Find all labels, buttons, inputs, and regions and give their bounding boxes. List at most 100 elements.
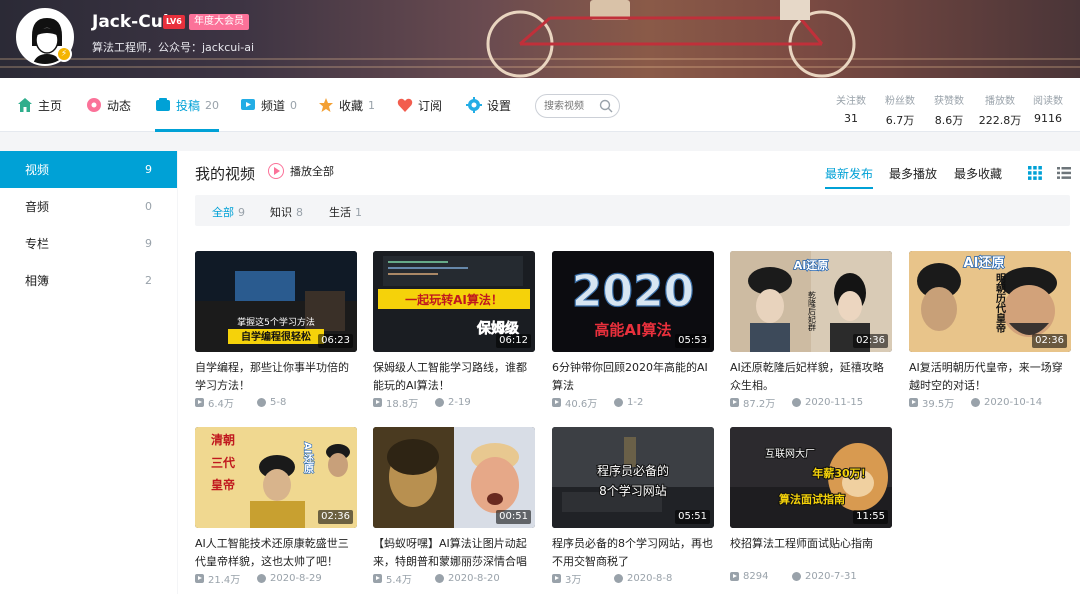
video-card[interactable]: 2020 高能AI算法 05:53 6分钟带你回顾2020年高能的AI算法 40… xyxy=(552,251,714,411)
video-meta: 6.4万 5-8 xyxy=(195,395,357,410)
video-card[interactable]: AI还原 乾隆后妃群 02:36 AI还原乾隆后妃样貌，延禧攻略众生相。 87.… xyxy=(730,251,892,411)
video-thumbnail[interactable]: AI还原 明朝历代皇帝 02:36 xyxy=(909,251,1071,352)
video-thumbnail[interactable]: 2020 高能AI算法 05:53 xyxy=(552,251,714,352)
search-input[interactable] xyxy=(544,99,602,113)
publish-date: 2020-11-15 xyxy=(805,397,864,408)
video-title[interactable]: 6分钟带你回顾2020年高能的AI算法 xyxy=(552,359,714,395)
thumbnail-caption: AI还原 xyxy=(964,255,1005,271)
play-count: 18.8万 xyxy=(386,399,419,410)
sidebar-item-audio[interactable]: 音频 0 xyxy=(0,188,177,225)
user-signature: 算法工程师，公众号：jackcui-ai xyxy=(92,41,255,54)
sidebar-item-count: 9 xyxy=(145,163,152,176)
nav-item-count: 0 xyxy=(290,98,298,112)
video-card[interactable]: 掌握这5个学习方法 自学编程很轻松 06:23 自学编程，那些让你事半功倍的学习… xyxy=(195,251,357,411)
filter-label: 知识 xyxy=(270,206,292,219)
video-title[interactable]: 【蚂蚁呀嘿】AI算法让图片动起来，特朗普和蒙娜丽莎深情合唱 xyxy=(373,535,535,571)
video-title[interactable]: 自学编程，那些让你事半功倍的学习方法！ xyxy=(195,359,357,395)
video-card[interactable]: 00:51 【蚂蚁呀嘿】AI算法让图片动起来，特朗普和蒙娜丽莎深情合唱 5.4万… xyxy=(373,427,535,587)
video-thumbnail[interactable]: AI还原 乾隆后妃群 02:36 xyxy=(730,251,892,352)
sidebar-item-count: 9 xyxy=(145,237,152,250)
filter-knowledge[interactable]: 知识 8 xyxy=(270,204,303,220)
video-thumbnail[interactable]: 掌握这5个学习方法 自学编程很轻松 06:23 xyxy=(195,251,357,352)
video-card[interactable]: 清朝 三代 皇帝 AI还原 02:36 AI人工智能技术还原康乾盛世三代皇帝样貌… xyxy=(195,427,357,587)
video-meta: 8294 2020-7-31 xyxy=(730,571,892,582)
home-icon xyxy=(18,98,32,112)
publish-date: 1-2 xyxy=(627,397,644,408)
video-title[interactable]: AI复活明朝历代皇帝，来一场穿越时空的对话！ xyxy=(909,359,1071,395)
video-title[interactable]: 保姆级人工智能学习路线，谁都能玩的AI算法！ xyxy=(373,359,535,395)
nav-item-label: 动态 xyxy=(107,98,132,113)
grid-view-icon[interactable] xyxy=(1028,166,1042,180)
filter-label: 生活 xyxy=(329,206,351,219)
publish-date: 5-8 xyxy=(270,397,287,408)
video-title[interactable]: 程序员必备的8个学习网站，再也不用交智商税了 xyxy=(552,535,714,571)
play-all-button[interactable]: 播放全部 xyxy=(268,163,334,179)
sort-most-favorited[interactable]: 最多收藏 xyxy=(954,165,1002,187)
sidebar-item-albums[interactable]: 相簿 2 xyxy=(0,262,177,299)
verified-badge-icon: ⚡ xyxy=(56,46,72,62)
sidebar-item-videos[interactable]: 视频 9 xyxy=(0,151,177,188)
search-icon[interactable] xyxy=(599,99,613,113)
stat-label: 关注数 xyxy=(836,96,866,107)
stat-fans[interactable]: 粉丝数 6.7万 xyxy=(875,92,925,128)
video-card[interactable]: 一起玩转AI算法！ 保姆级 06:12 保姆级人工智能学习路线，谁都能玩的AI算… xyxy=(373,251,535,411)
video-thumbnail[interactable]: 程序员必备的 8个学习网站 05:51 xyxy=(552,427,714,528)
play-count-icon xyxy=(195,398,204,407)
stat-following[interactable]: 关注数 31 xyxy=(826,92,876,125)
video-title[interactable]: 校招算法工程师面试贴心指南 xyxy=(730,535,892,571)
list-view-icon[interactable] xyxy=(1057,166,1071,180)
video-title[interactable]: AI人工智能技术还原康乾盛世三代皇帝样貌，这也太帅了吧！ xyxy=(195,535,357,571)
video-thumbnail[interactable]: 00:51 xyxy=(373,427,535,528)
sort-latest[interactable]: 最新发布 xyxy=(825,165,874,189)
nav-item-channel[interactable]: 频道 0 xyxy=(240,78,297,132)
filter-all[interactable]: 全部 9 xyxy=(212,204,245,220)
level-badge: LV6 xyxy=(163,15,185,29)
video-title[interactable]: AI还原乾隆后妃样貌，延禧攻略众生相。 xyxy=(730,359,892,395)
play-count: 5.4万 xyxy=(386,575,412,586)
sidebar-item-count: 2 xyxy=(145,274,152,287)
stat-plays: 播放数 222.8万 xyxy=(975,92,1025,128)
nav-item-count: 20 xyxy=(205,98,220,112)
nav-item-home[interactable]: 主页 xyxy=(17,78,62,132)
play-count-icon xyxy=(730,572,739,581)
video-thumbnail[interactable]: 清朝 三代 皇帝 AI还原 02:36 xyxy=(195,427,357,528)
nav-item-label: 主页 xyxy=(38,98,63,113)
video-meta: 40.6万 1-2 xyxy=(552,395,714,410)
clock-icon xyxy=(435,398,444,407)
nav-item-uploads[interactable]: 投稿 20 xyxy=(155,78,220,132)
upload-icon xyxy=(156,98,170,111)
video-search-box xyxy=(535,94,620,118)
video-card[interactable]: 程序员必备的 8个学习网站 05:51 程序员必备的8个学习网站，再也不用交智商… xyxy=(552,427,714,587)
clock-icon xyxy=(435,574,444,583)
video-thumbnail[interactable]: 一起玩转AI算法！ 保姆级 06:12 xyxy=(373,251,535,352)
username[interactable]: Jack-Cui xyxy=(92,12,169,32)
clock-icon xyxy=(257,574,266,583)
play-count-icon xyxy=(909,398,918,407)
video-card[interactable]: AI还原 明朝历代皇帝 02:36 AI复活明朝历代皇帝，来一场穿越时空的对话！… xyxy=(909,251,1071,411)
play-count: 40.6万 xyxy=(565,399,598,410)
thumbnail-caption: 8个学习网站 xyxy=(599,483,667,498)
sidebar-item-articles[interactable]: 专栏 9 xyxy=(0,225,177,262)
stat-value: 31 xyxy=(844,112,858,125)
filter-life[interactable]: 生活 1 xyxy=(329,204,362,220)
play-count-icon xyxy=(552,574,561,583)
nav-item-subscriptions[interactable]: 订阅 xyxy=(397,78,442,132)
sort-most-played[interactable]: 最多播放 xyxy=(889,165,937,187)
publish-date: 2-19 xyxy=(448,397,471,408)
filter-label: 全部 xyxy=(212,206,234,219)
nav-item-dynamic[interactable]: 动态 xyxy=(86,78,131,132)
stat-value: 9116 xyxy=(1034,112,1062,125)
stat-value: 6.7万 xyxy=(885,114,915,127)
channel-icon xyxy=(241,99,255,110)
vip-badge[interactable]: 年度大会员 xyxy=(189,14,249,30)
clock-icon xyxy=(614,574,623,583)
nav-item-favorites[interactable]: 收藏 1 xyxy=(318,78,375,132)
nav-item-settings[interactable]: 设置 xyxy=(466,78,511,132)
video-duration: 05:51 xyxy=(675,510,710,524)
video-thumbnail[interactable]: 互联网大厂 年薪30万！ 算法面试指南 11:55 xyxy=(730,427,892,528)
clock-icon xyxy=(257,398,266,407)
video-card[interactable]: 互联网大厂 年薪30万！ 算法面试指南 11:55 校招算法工程师面试贴心指南 … xyxy=(730,427,892,587)
sidebar-item-count: 0 xyxy=(145,200,152,213)
stat-value: 222.8万 xyxy=(978,114,1022,127)
play-count-icon xyxy=(373,574,382,583)
